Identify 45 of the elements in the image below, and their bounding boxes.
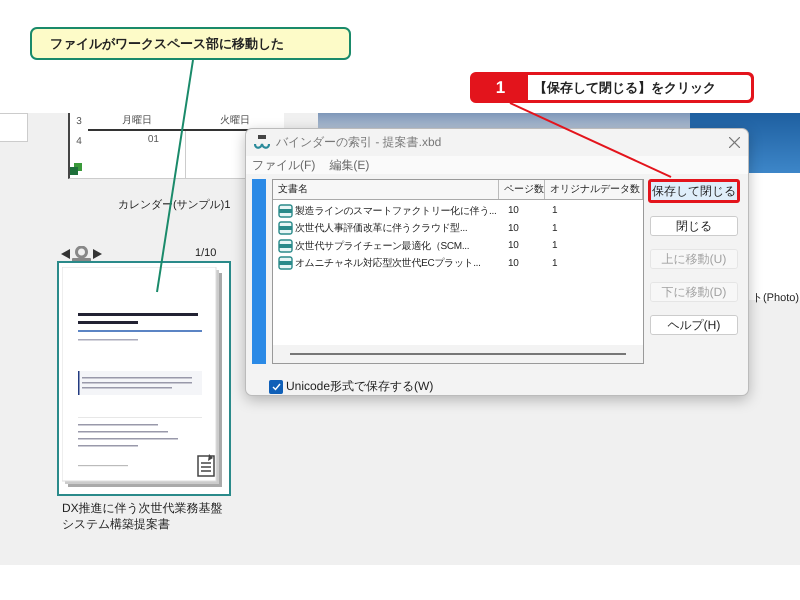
date-text: 01 [148,134,159,146]
step-number: 1 [494,76,506,98]
table-cell-text: 次世代人事評価改革に伴うクラウド型... [295,222,468,236]
row-number: 3 [76,116,82,128]
step-instruction: 【保存して閉じる】をクリック [528,75,751,100]
row-number: 4 [76,136,82,148]
window-title: バインダーの索引 - 提案書.xbd [276,134,442,151]
table-cell-text: 製造ラインのスマートファクトリー化に伴う... [295,204,496,218]
check-icon [272,382,280,390]
document-icon [278,221,293,236]
table-cell-text: 10 [507,258,520,269]
column-header[interactable]: オリジナルデータ数 [545,180,643,199]
table-cell-text: オムニチャネル対応型次世代ECプラット... [295,256,481,270]
table-cell-text: 10 [507,205,520,216]
document-icon [278,204,293,218]
column-header[interactable]: ページ数 [499,180,545,199]
table-cell-text: 10 [507,222,520,234]
menu-item[interactable]: 編集(E) [329,156,370,174]
dialog-button[interactable]: 閉じる [650,216,738,236]
callout-note: ファイルがワークスペース部に移動した [30,27,351,60]
table-cell-text: 1 [551,258,558,269]
menu-item[interactable]: ファイル(F) [252,156,316,174]
table-cell-text: 1 [551,240,558,252]
app-logo-icon [254,135,270,150]
previous-page-icon[interactable] [61,249,70,259]
document-icon [278,238,293,253]
dialog-button[interactable]: 保存して閉じる [648,179,740,203]
thumbnail-label: DX推進に伴う次世代業務基盤システム構築提案書 [62,500,224,532]
table-cell-text: 1 [551,222,558,234]
column-header[interactable]: 文書名 [273,180,499,199]
spreadsheet-icon [70,163,82,175]
table-cell-text: 10 [507,240,520,252]
dialog-button[interactable]: ヘルプ(H) [650,315,738,335]
thumbnail-label: ト(Photo) [752,291,800,305]
checkbox-label[interactable]: Unicode形式で保存する(W) [286,378,434,395]
next-page-icon[interactable] [93,249,102,259]
note-icon [197,453,215,477]
close-icon[interactable] [729,137,740,148]
day-heading: 月曜日 [88,113,186,131]
page-counter: 1/10 [195,247,216,259]
scroll-bar[interactable] [273,345,643,363]
table-cell-text: 1 [551,205,558,216]
document-icon [278,256,293,270]
table-cell-text: 次世代サプライチェーン最適化（SCM... [295,240,470,253]
checkbox[interactable] [269,380,283,394]
